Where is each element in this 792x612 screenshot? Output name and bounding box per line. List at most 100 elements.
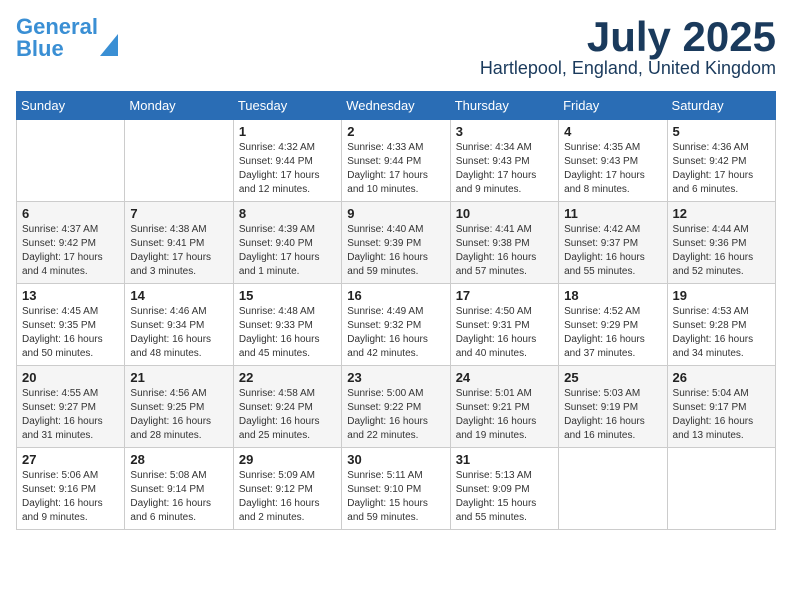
day-number: 2 <box>347 124 444 139</box>
weekday-header: Wednesday <box>342 92 450 120</box>
weekday-header: Thursday <box>450 92 558 120</box>
calendar-cell: 17Sunrise: 4:50 AM Sunset: 9:31 PM Dayli… <box>450 284 558 366</box>
weekday-header-row: SundayMondayTuesdayWednesdayThursdayFrid… <box>17 92 776 120</box>
day-number: 24 <box>456 370 553 385</box>
calendar-cell: 6 Sunrise: 4:37 AM Sunset: 9:42 PM Daylig… <box>17 202 125 284</box>
day-number: 5 <box>673 124 770 139</box>
day-info: Sunrise: 4:45 AM Sunset: 9:35 PM Dayligh… <box>22 305 119 361</box>
day-number: 6 <box>22 206 119 221</box>
day-number: 10 <box>456 206 553 221</box>
calendar-cell: 28 Sunrise: 5:08 AM Sunset: 9:14 PM Dayli… <box>125 448 233 530</box>
calendar-cell: 20 Sunrise: 4:55 AM Sunset: 9:27 PM Dayli… <box>17 366 125 448</box>
calendar-cell: 15 Sunrise: 4:48 AM Sunset: 9:33 PM Dayli… <box>233 284 341 366</box>
calendar-cell: 19 Sunrise: 4:53 AM Sunset: 9:28 PM Dayli… <box>667 284 775 366</box>
day-number: 27 <box>22 452 119 467</box>
day-info: Sunrise: 5:06 AM Sunset: 9:16 PM Dayligh… <box>22 469 119 525</box>
day-info: Sunrise: 4:41 AM Sunset: 9:38 PM Dayligh… <box>456 223 553 279</box>
title-area: July 2025 Hartlepool, England, United Ki… <box>480 16 776 79</box>
calendar-cell: 18 Sunrise: 4:52 AM Sunset: 9:29 PM Dayli… <box>559 284 667 366</box>
day-number: 18 <box>564 288 661 303</box>
day-number: 15 <box>239 288 336 303</box>
day-info: Sunrise: 4:39 AM Sunset: 9:40 PM Dayligh… <box>239 223 336 279</box>
day-number: 19 <box>673 288 770 303</box>
calendar-cell: 16 Sunrise: 4:49 AM Sunset: 9:32 PM Dayli… <box>342 284 450 366</box>
day-number: 23 <box>347 370 444 385</box>
calendar-cell: 2Sunrise: 4:33 AM Sunset: 9:44 PM Daylig… <box>342 120 450 202</box>
day-info: Sunrise: 5:04 AM Sunset: 9:17 PM Dayligh… <box>673 387 770 443</box>
calendar-week-row: 27 Sunrise: 5:06 AM Sunset: 9:16 PM Dayli… <box>17 448 776 530</box>
weekday-header: Monday <box>125 92 233 120</box>
day-number: 7 <box>130 206 227 221</box>
day-number: 25 <box>564 370 661 385</box>
day-info: Sunrise: 4:56 AM Sunset: 9:25 PM Dayligh… <box>130 387 227 443</box>
day-number: 14 <box>130 288 227 303</box>
calendar-cell: 12 Sunrise: 4:44 AM Sunset: 9:36 PM Dayli… <box>667 202 775 284</box>
day-info: Sunrise: 4:58 AM Sunset: 9:24 PM Dayligh… <box>239 387 336 443</box>
day-number: 3 <box>456 124 553 139</box>
day-info: Sunrise: 4:37 AM Sunset: 9:42 PM Dayligh… <box>22 223 119 279</box>
calendar-cell <box>559 448 667 530</box>
calendar-week-row: 1Sunrise: 4:32 AM Sunset: 9:44 PM Daylig… <box>17 120 776 202</box>
day-info: Sunrise: 4:36 AM Sunset: 9:42 PM Dayligh… <box>673 141 770 197</box>
day-info: Sunrise: 4:32 AM Sunset: 9:44 PM Dayligh… <box>239 141 336 197</box>
day-number: 28 <box>130 452 227 467</box>
day-info: Sunrise: 4:48 AM Sunset: 9:33 PM Dayligh… <box>239 305 336 361</box>
day-info: Sunrise: 4:34 AM Sunset: 9:43 PM Dayligh… <box>456 141 553 197</box>
day-info: Sunrise: 4:49 AM Sunset: 9:32 PM Dayligh… <box>347 305 444 361</box>
logo: GeneralBlue <box>16 16 118 60</box>
day-number: 20 <box>22 370 119 385</box>
page-header: GeneralBlue July 2025 Hartlepool, Englan… <box>16 16 776 79</box>
day-number: 31 <box>456 452 553 467</box>
logo-icon <box>100 34 118 56</box>
calendar-cell: 11Sunrise: 4:42 AM Sunset: 9:37 PM Dayli… <box>559 202 667 284</box>
calendar-cell: 27 Sunrise: 5:06 AM Sunset: 9:16 PM Dayli… <box>17 448 125 530</box>
calendar-cell: 8 Sunrise: 4:39 AM Sunset: 9:40 PM Daylig… <box>233 202 341 284</box>
calendar-cell <box>125 120 233 202</box>
calendar-cell: 4 Sunrise: 4:35 AM Sunset: 9:43 PM Daylig… <box>559 120 667 202</box>
day-info: Sunrise: 4:52 AM Sunset: 9:29 PM Dayligh… <box>564 305 661 361</box>
day-number: 8 <box>239 206 336 221</box>
day-number: 26 <box>673 370 770 385</box>
day-number: 30 <box>347 452 444 467</box>
day-info: Sunrise: 5:08 AM Sunset: 9:14 PM Dayligh… <box>130 469 227 525</box>
day-info: Sunrise: 4:46 AM Sunset: 9:34 PM Dayligh… <box>130 305 227 361</box>
calendar-cell: 5 Sunrise: 4:36 AM Sunset: 9:42 PM Daylig… <box>667 120 775 202</box>
day-number: 21 <box>130 370 227 385</box>
calendar-cell: 31Sunrise: 5:13 AM Sunset: 9:09 PM Dayli… <box>450 448 558 530</box>
weekday-header: Sunday <box>17 92 125 120</box>
calendar-cell <box>667 448 775 530</box>
day-info: Sunrise: 4:40 AM Sunset: 9:39 PM Dayligh… <box>347 223 444 279</box>
day-info: Sunrise: 4:53 AM Sunset: 9:28 PM Dayligh… <box>673 305 770 361</box>
calendar-cell: 25Sunrise: 5:03 AM Sunset: 9:19 PM Dayli… <box>559 366 667 448</box>
calendar-cell: 22 Sunrise: 4:58 AM Sunset: 9:24 PM Dayli… <box>233 366 341 448</box>
weekday-header: Saturday <box>667 92 775 120</box>
day-number: 9 <box>347 206 444 221</box>
calendar-cell: 13 Sunrise: 4:45 AM Sunset: 9:35 PM Dayli… <box>17 284 125 366</box>
logo-text: GeneralBlue <box>16 16 98 60</box>
day-info: Sunrise: 5:09 AM Sunset: 9:12 PM Dayligh… <box>239 469 336 525</box>
calendar-week-row: 13 Sunrise: 4:45 AM Sunset: 9:35 PM Dayli… <box>17 284 776 366</box>
calendar-cell: 26 Sunrise: 5:04 AM Sunset: 9:17 PM Dayli… <box>667 366 775 448</box>
day-info: Sunrise: 4:38 AM Sunset: 9:41 PM Dayligh… <box>130 223 227 279</box>
day-info: Sunrise: 4:42 AM Sunset: 9:37 PM Dayligh… <box>564 223 661 279</box>
weekday-header: Friday <box>559 92 667 120</box>
calendar-cell: 10 Sunrise: 4:41 AM Sunset: 9:38 PM Dayli… <box>450 202 558 284</box>
day-number: 12 <box>673 206 770 221</box>
day-number: 17 <box>456 288 553 303</box>
calendar-week-row: 20 Sunrise: 4:55 AM Sunset: 9:27 PM Dayli… <box>17 366 776 448</box>
calendar-cell: 7 Sunrise: 4:38 AM Sunset: 9:41 PM Daylig… <box>125 202 233 284</box>
month-title: July 2025 <box>480 16 776 58</box>
day-info: Sunrise: 4:35 AM Sunset: 9:43 PM Dayligh… <box>564 141 661 197</box>
day-number: 16 <box>347 288 444 303</box>
calendar-cell: 24 Sunrise: 5:01 AM Sunset: 9:21 PM Dayli… <box>450 366 558 448</box>
day-info: Sunrise: 4:44 AM Sunset: 9:36 PM Dayligh… <box>673 223 770 279</box>
day-number: 13 <box>22 288 119 303</box>
calendar-cell: 1Sunrise: 4:32 AM Sunset: 9:44 PM Daylig… <box>233 120 341 202</box>
day-info: Sunrise: 4:55 AM Sunset: 9:27 PM Dayligh… <box>22 387 119 443</box>
weekday-header: Tuesday <box>233 92 341 120</box>
day-number: 4 <box>564 124 661 139</box>
day-info: Sunrise: 5:01 AM Sunset: 9:21 PM Dayligh… <box>456 387 553 443</box>
day-info: Sunrise: 5:11 AM Sunset: 9:10 PM Dayligh… <box>347 469 444 525</box>
calendar-table: SundayMondayTuesdayWednesdayThursdayFrid… <box>16 91 776 530</box>
day-number: 22 <box>239 370 336 385</box>
